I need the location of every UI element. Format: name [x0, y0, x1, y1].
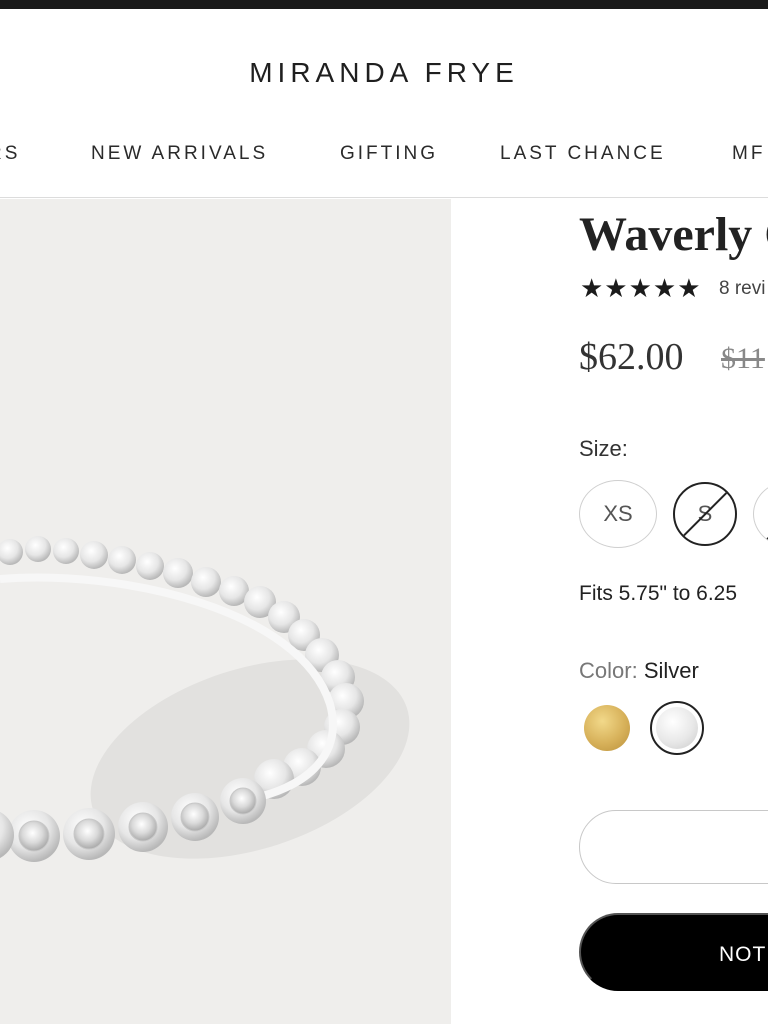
color-swatch-gold[interactable] — [584, 705, 630, 751]
nav-item-gifting[interactable]: GIFTING — [340, 143, 438, 165]
color-label-text: Color: — [579, 658, 638, 683]
top-bar — [0, 0, 768, 9]
nav-item-new-arrivals[interactable]: NEW ARRIVALS — [91, 143, 268, 165]
product-image[interactable] — [0, 199, 451, 1024]
selected-color: Silver — [643, 658, 699, 683]
compare-price: $11 — [721, 342, 765, 375]
product-title: Waverly C — [579, 208, 768, 261]
star-icon[interactable]: ★★★★★ — [580, 275, 702, 301]
nav-item-mf[interactable]: MF — [732, 143, 765, 165]
brand-logo[interactable]: MIRANDA FRYE — [0, 57, 768, 89]
product-details: Waverly C ★★★★★ 8 revi $62.00 $11 Size: … — [451, 199, 768, 1024]
nav-item-partial-left[interactable]: RS — [0, 143, 20, 165]
fit-info: Fits 5.75" to 6.25 — [579, 582, 738, 605]
quantity-selector[interactable] — [579, 810, 768, 884]
size-label: Size: — [579, 436, 628, 461]
slash-icon — [675, 484, 735, 544]
color-label: Color: Silver — [579, 658, 699, 684]
size-option-s[interactable]: S — [673, 482, 737, 546]
size-option-label: XS — [603, 501, 633, 526]
site-header: MIRANDA FRYE RS NEW ARRIVALS GIFTING LAS… — [0, 9, 768, 198]
notify-button-label: NOTI — [719, 943, 768, 966]
notify-me-button[interactable]: NOTI — [579, 913, 768, 991]
sale-price: $62.00 — [579, 336, 684, 378]
nav-item-last-chance[interactable]: LAST CHANCE — [500, 143, 666, 165]
size-option-m[interactable] — [753, 480, 768, 548]
color-swatch-silver[interactable] — [650, 701, 704, 755]
slash-icon — [761, 483, 768, 545]
size-option-xs[interactable]: XS — [579, 480, 657, 548]
reviews-link[interactable]: 8 revi — [719, 278, 765, 300]
silver-swatch-fill — [656, 707, 698, 749]
bracelet-image — [0, 536, 410, 862]
